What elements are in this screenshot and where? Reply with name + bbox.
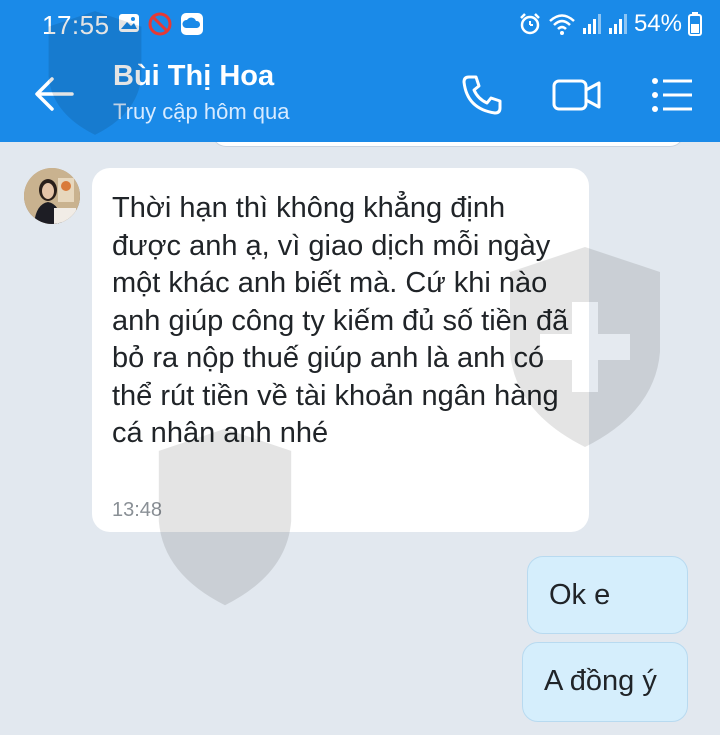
cloud-icon xyxy=(181,13,203,35)
battery-icon xyxy=(688,12,702,36)
chat-area[interactable]: Thời hạn thì không khẳng định được anh ạ… xyxy=(0,142,720,735)
contact-name[interactable]: Bùi Thị Hoa xyxy=(113,60,274,93)
status-icons-right: 54% xyxy=(518,10,702,38)
avatar[interactable] xyxy=(24,168,80,224)
blocked-icon xyxy=(148,12,172,36)
status-icons-left xyxy=(118,12,204,36)
previous-message-bubble xyxy=(212,142,684,147)
gallery-icon xyxy=(119,14,139,32)
message-text: Ok e xyxy=(549,579,611,611)
chat-header: Bùi Thị Hoa Truy cập hôm qua xyxy=(0,46,720,142)
alarm-icon xyxy=(520,13,540,35)
video-call-icon[interactable] xyxy=(552,72,602,118)
message-text: A đồng ý xyxy=(544,665,657,697)
battery-percent: 54% xyxy=(633,10,682,37)
contact-status: Truy cập hôm qua xyxy=(113,99,290,124)
menu-icon[interactable] xyxy=(650,72,694,118)
status-bar: 17:55 54% xyxy=(0,0,720,46)
back-arrow-icon[interactable] xyxy=(34,76,74,112)
phone-icon[interactable] xyxy=(459,72,505,118)
signal-icon xyxy=(608,14,627,34)
message-time: 13:48 xyxy=(112,499,163,521)
outgoing-message-bubble[interactable]: A đồng ý xyxy=(522,642,688,722)
outgoing-message-bubble[interactable]: Ok e xyxy=(527,556,688,634)
status-time: 17:55 xyxy=(42,10,110,40)
wifi-icon xyxy=(549,14,575,35)
avatar-image xyxy=(24,168,80,224)
message-text: Thời hạn thì không khẳng định được anh ạ… xyxy=(112,192,569,449)
incoming-message-bubble[interactable]: Thời hạn thì không khẳng định được anh ạ… xyxy=(92,168,589,532)
signal-icon xyxy=(582,14,601,34)
